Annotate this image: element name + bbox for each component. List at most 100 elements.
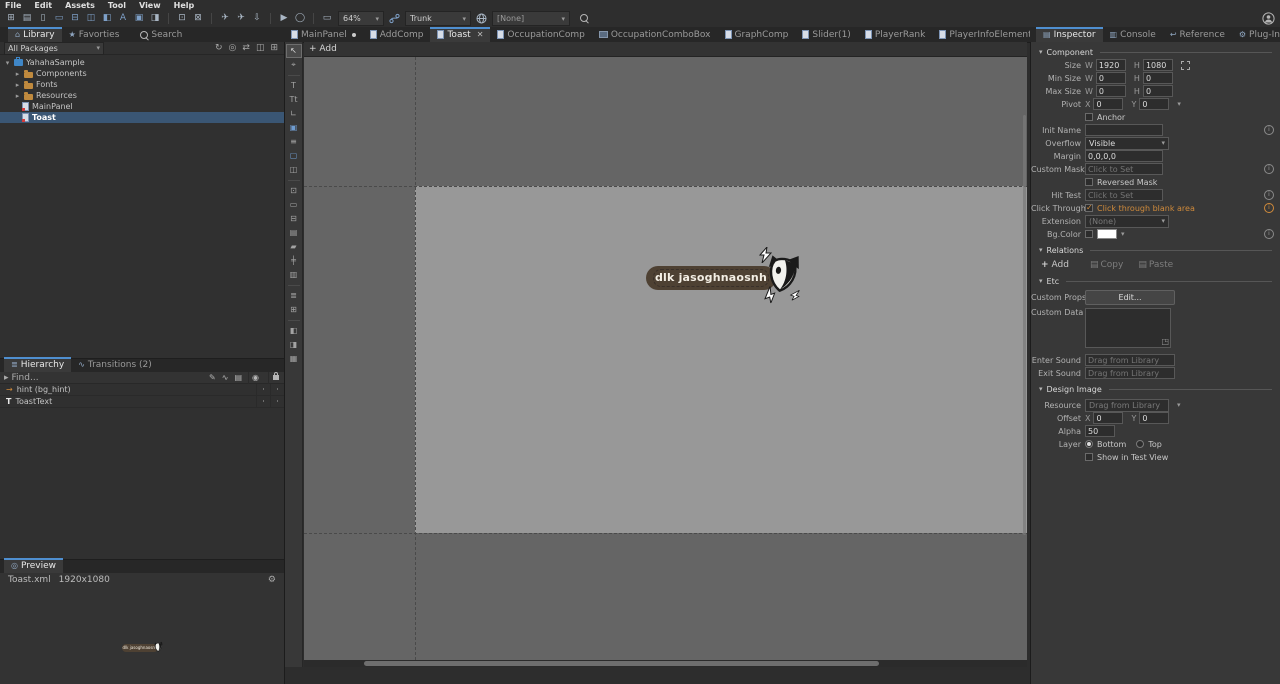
doc-tab-addcomp[interactable]: AddComp [363, 27, 431, 42]
close-icon[interactable]: ✕ [477, 30, 484, 39]
text-comp-icon[interactable]: A [116, 12, 130, 25]
new-package-icon[interactable]: ⊞ [4, 12, 18, 25]
refresh-icon[interactable]: ◯ [293, 12, 307, 25]
doc-tab-occupationcombobox[interactable]: OccupationComboBox [592, 27, 718, 42]
label-tool-icon[interactable]: ▤ [287, 227, 301, 239]
horizontal-scrollbar-thumb[interactable] [364, 661, 879, 666]
menu-view[interactable]: View [139, 1, 161, 10]
caret-down-icon[interactable]: ▾ [4, 59, 11, 67]
min-w-input[interactable] [1096, 72, 1126, 84]
layer-bottom-radio[interactable] [1085, 440, 1093, 448]
caret-right-icon[interactable]: ▸ [14, 70, 21, 78]
add-button[interactable]: + Add [309, 44, 337, 54]
alpha-input[interactable] [1085, 425, 1115, 437]
click-through-checkbox[interactable] [1085, 204, 1093, 212]
bg-color-dropdown[interactable]: ▾ [1121, 230, 1125, 238]
bg-color-checkbox[interactable] [1085, 230, 1093, 238]
text-tool-icon[interactable]: T [287, 80, 301, 92]
relations-section-header[interactable]: ▾ Relations [1031, 243, 1280, 257]
design-image-section-header[interactable]: ▾ Design Image [1031, 382, 1280, 396]
graph-tool-icon[interactable]: ∟ [287, 108, 301, 120]
button-tool-icon[interactable]: ▭ [287, 199, 301, 211]
tab-search[interactable]: Search [126, 27, 189, 42]
menu-file[interactable]: File [5, 1, 21, 10]
tree-item-toast[interactable]: Toast [0, 112, 284, 123]
lock-toggle[interactable]: · [270, 396, 284, 408]
menu-tool[interactable]: Tool [108, 1, 126, 10]
doc-tab-slider1[interactable]: Slider(1) [795, 27, 857, 42]
tab-console[interactable]: ▥ Console [1103, 27, 1163, 42]
show-in-test-view-checkbox[interactable] [1085, 453, 1093, 461]
extension-select[interactable]: (None) ▾ [1085, 215, 1169, 228]
enter-sound-input[interactable] [1085, 354, 1175, 366]
bg-color-swatch[interactable] [1097, 229, 1117, 239]
custom-mask-input[interactable] [1085, 163, 1163, 175]
pivot-preset-dropdown[interactable]: ▾ [1177, 100, 1181, 108]
pivot-x-input[interactable] [1093, 98, 1123, 110]
fit-screen-icon[interactable] [1181, 61, 1190, 70]
panel-tool-icon[interactable]: ◧ [287, 325, 301, 337]
menu-edit[interactable]: Edit [34, 1, 52, 10]
hierarchy-row-hint[interactable]: → hint (bg_hint) · · [0, 384, 284, 396]
doc-tab-occupationcomp[interactable]: OccupationComp [490, 27, 591, 42]
tree-item-resources[interactable]: ▸ Resources [0, 90, 284, 101]
combobox-tool-icon[interactable]: ⊟ [287, 213, 301, 225]
publish-icon[interactable]: ✈ [218, 12, 232, 25]
caret-right-icon[interactable]: ▸ [4, 373, 9, 383]
progressbar-tool-icon[interactable]: ▰ [287, 241, 301, 253]
max-h-input[interactable] [1143, 85, 1173, 97]
lock-column-icon[interactable] [268, 372, 282, 384]
overflow-select[interactable]: Visible ▾ [1085, 137, 1169, 150]
split-view-icon[interactable]: ◫ [256, 43, 265, 53]
tab-favorites[interactable]: ★ Favorties [62, 27, 127, 42]
vertical-scrollbar[interactable] [1023, 115, 1026, 535]
slider-tool-icon[interactable]: ╪ [287, 255, 301, 267]
save-icon[interactable]: ⊡ [175, 12, 189, 25]
stage[interactable] [415, 186, 1027, 533]
hit-test-input[interactable] [1085, 189, 1163, 201]
max-w-input[interactable] [1096, 85, 1126, 97]
doc-tab-graphcomp[interactable]: GraphComp [718, 27, 796, 42]
account-icon[interactable] [1262, 12, 1275, 25]
copy-relations-button[interactable]: ▤ Copy [1090, 260, 1123, 270]
exit-sound-input[interactable] [1085, 367, 1175, 379]
horizontal-scrollbar[interactable] [304, 660, 1027, 667]
menu-assets[interactable]: Assets [65, 1, 95, 10]
add-relation-button[interactable]: Add [1052, 260, 1069, 270]
locate-icon[interactable]: ◎ [229, 43, 237, 53]
caret-right-icon[interactable]: ▸ [14, 81, 21, 89]
etc-section-header[interactable]: ▾ Etc [1031, 274, 1280, 288]
doc-tab-playerrank[interactable]: PlayerRank [858, 27, 933, 42]
collapse-all-icon[interactable]: ⊞ [270, 43, 278, 53]
search-icon[interactable] [579, 13, 591, 25]
tree-item-components[interactable]: ▸ Components [0, 68, 284, 79]
new-component-icon[interactable]: ▤ [20, 12, 34, 25]
sort-icon[interactable]: ⇄ [242, 43, 250, 53]
save-all-icon[interactable]: ⊠ [191, 12, 205, 25]
lock-toggle[interactable]: · [270, 384, 284, 396]
reversed-mask-checkbox[interactable] [1085, 178, 1093, 186]
layer-top-radio[interactable] [1136, 440, 1144, 448]
offset-y-input[interactable] [1139, 412, 1169, 424]
size-h-input[interactable] [1143, 59, 1173, 71]
package-filter-select[interactable]: All Packages ▾ [4, 42, 104, 55]
curve-icon[interactable]: ∿ [222, 373, 229, 382]
combobox-comp-icon[interactable]: ◫ [84, 12, 98, 25]
zoom-select[interactable]: 64% ▾ [338, 11, 384, 26]
hierarchy-row-toasttext[interactable]: T ToastText · · [0, 396, 284, 408]
tab-inspector[interactable]: ▤ Inspector [1036, 27, 1103, 42]
edit-icon[interactable]: ✎ [209, 373, 216, 382]
doc-tab-playerinfoelement[interactable]: PlayerInfoElement [932, 27, 1030, 42]
list-tool-icon[interactable]: ≡ [287, 136, 301, 148]
tree-item-yahahasample[interactable]: ▾ YahahaSample [0, 57, 284, 68]
init-name-input[interactable] [1085, 124, 1163, 136]
scrollbar-tool-icon[interactable]: ▥ [287, 269, 301, 281]
expand-editor-icon[interactable]: ◳ [1161, 338, 1169, 346]
loader-tool-icon[interactable]: ▢ [287, 150, 301, 162]
tab-plugin[interactable]: ⚙ Plug-In [1232, 27, 1280, 42]
grid-tool-icon[interactable]: ▦ [287, 353, 301, 365]
clipboard-icon[interactable]: ▯ [36, 12, 50, 25]
component-tool-icon[interactable]: ⊡ [287, 185, 301, 197]
controller-select[interactable]: [None] ▾ [492, 11, 570, 26]
paste-relations-button[interactable]: ▤ Paste [1138, 260, 1173, 270]
